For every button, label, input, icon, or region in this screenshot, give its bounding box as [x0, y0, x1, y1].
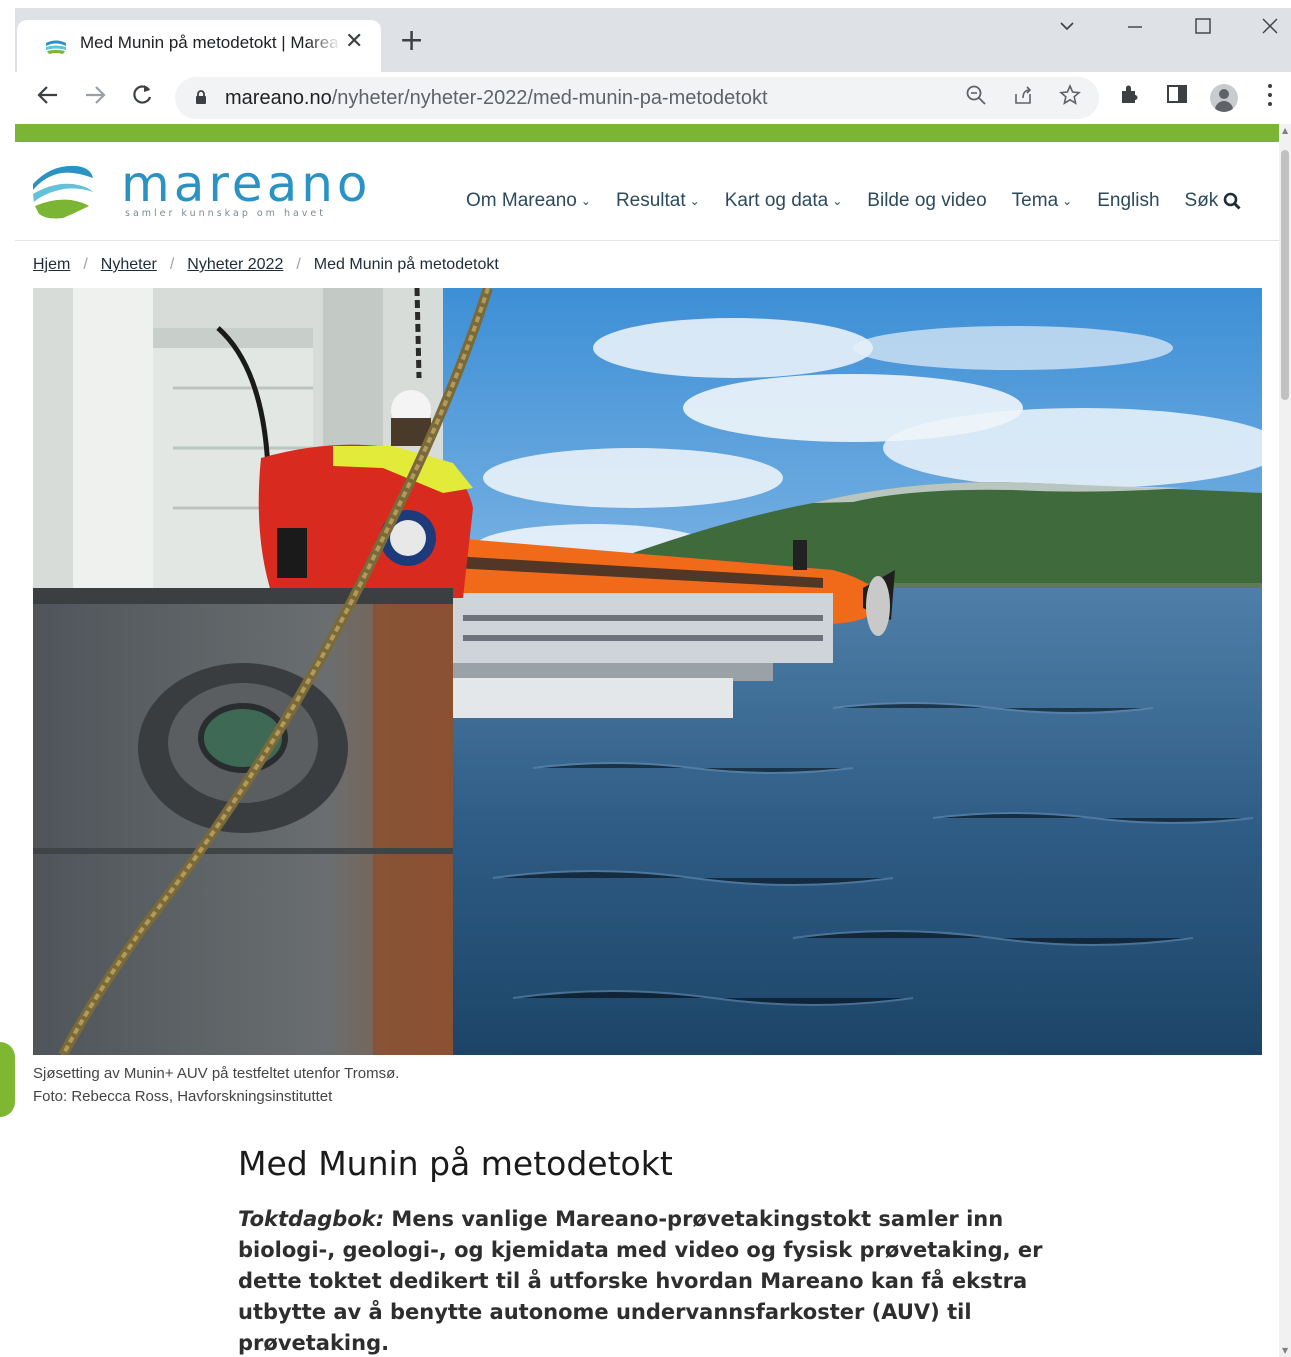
search-icon [1223, 192, 1241, 210]
nav-english[interactable]: English [1097, 186, 1159, 216]
mareano-logo-icon[interactable] [31, 162, 95, 222]
logo-wordmark[interactable]: mareano [121, 154, 372, 214]
zoom-icon[interactable] [965, 84, 987, 112]
bookmark-star-icon[interactable] [1059, 83, 1081, 112]
tab-strip: Med Munin på metodetokt | Mareano ✕ + [15, 8, 1291, 72]
url-host: mareano.no [225, 87, 332, 109]
breadcrumb: Hjem / Nyheter / Nyheter 2022 / Med Muni… [33, 256, 499, 274]
site-header: mareano samler kunnskap om havet Om Mare… [15, 142, 1279, 241]
tab-title: Med Munin på metodetokt | Mareano [80, 33, 338, 52]
browser-menu-icon[interactable] [1267, 84, 1273, 110]
chevron-down-icon: ⌄ [832, 194, 843, 208]
minimize-icon[interactable] [1125, 16, 1145, 42]
maximize-icon[interactable] [1193, 16, 1213, 42]
extensions-icon[interactable] [1118, 82, 1142, 112]
tab-search-icon[interactable] [1057, 16, 1077, 42]
reload-icon[interactable] [129, 82, 155, 115]
scroll-up-arrow-icon[interactable]: ▲ [1282, 126, 1288, 135]
browser-tab-active[interactable]: Med Munin på metodetokt | Mareano ✕ [17, 20, 381, 72]
share-icon[interactable] [1012, 84, 1034, 112]
address-bar[interactable]: mareano.no/nyheter/nyheter-2022/med-muni… [175, 77, 1099, 119]
hero-photo [33, 288, 1262, 1055]
caption-line: Sjøsetting av Munin+ AUV på testfeltet u… [33, 1065, 400, 1082]
breadcrumb-link-hjem[interactable]: Hjem [33, 256, 70, 274]
nav-om-mareano[interactable]: Om Mareano ⌄ [466, 186, 591, 216]
caption-credit: Foto: Rebecca Ross, Havforskningsinstitu… [33, 1088, 333, 1105]
nav-search[interactable]: Søk [1185, 186, 1242, 216]
logo-tagline: samler kunnskap om havet [125, 208, 326, 219]
nav-bilde-og-video[interactable]: Bilde og video [867, 186, 986, 216]
browser-window: Med Munin på metodetokt | Mareano ✕ + ma… [15, 8, 1291, 1357]
tab-title-fade [307, 28, 341, 62]
new-tab-button[interactable]: + [399, 26, 424, 56]
mareano-favicon-icon [45, 36, 67, 58]
nav-label: Kart og data [724, 190, 829, 211]
page-scrollbar[interactable]: ▲ ▼ [1279, 124, 1291, 1357]
url-path: /nyheter/nyheter-2022/med-munin-pa-metod… [331, 87, 768, 109]
photo-caption: Sjøsetting av Munin+ AUV på testfeltet u… [33, 1062, 399, 1108]
breadcrumb-link-nyheter-2022[interactable]: Nyheter 2022 [187, 256, 283, 274]
scroll-down-arrow-icon[interactable]: ▼ [1282, 1346, 1288, 1355]
nav-label: Om Mareano [466, 190, 577, 211]
article-lead: Toktdagbok: Mens vanlige Mareano-prøveta… [238, 1204, 1078, 1357]
chevron-down-icon: ⌄ [1062, 194, 1073, 208]
lock-icon[interactable] [195, 89, 207, 105]
nav-label: Bilde og video [867, 190, 987, 211]
back-icon[interactable] [35, 82, 61, 115]
url-text[interactable]: mareano.no/nyheter/nyheter-2022/med-muni… [225, 87, 768, 110]
nav-kart-og-data[interactable]: Kart og data ⌄ [725, 186, 843, 216]
scrollbar-thumb[interactable] [1281, 150, 1289, 400]
breadcrumb-link-nyheter[interactable]: Nyheter [101, 256, 157, 274]
close-tab-icon[interactable]: ✕ [345, 29, 363, 54]
side-panel-icon[interactable] [1165, 82, 1189, 112]
breadcrumb-current: Med Munin på metodetokt [313, 256, 499, 273]
lead-label: Toktdagbok: [238, 1207, 385, 1231]
web-page: mareano samler kunnskap om havet Om Mare… [15, 124, 1291, 1357]
chevron-down-icon: ⌄ [580, 194, 591, 208]
nav-tema[interactable]: Tema ⌄ [1012, 186, 1073, 216]
nav-label: Tema [1011, 190, 1059, 211]
main-navigation: Om Mareano ⌄ Resultat ⌄ Kart og data ⌄ Bild… [466, 186, 1241, 216]
breadcrumb-separator: / [83, 256, 88, 273]
browser-toolbar: mareano.no/nyheter/nyheter-2022/med-muni… [15, 72, 1291, 124]
breadcrumb-separator: / [296, 256, 301, 273]
article-title: Med Munin på metodetokt [238, 1144, 673, 1183]
desktop-wallpaper-accent [0, 1042, 15, 1117]
close-window-icon[interactable] [1260, 16, 1280, 42]
profile-avatar-icon[interactable] [1210, 84, 1238, 112]
nav-label: Resultat [615, 190, 686, 211]
nav-label: Søk [1184, 190, 1219, 211]
breadcrumb-separator: / [169, 256, 175, 273]
chevron-down-icon: ⌄ [689, 194, 700, 208]
nav-resultat[interactable]: Resultat ⌄ [616, 186, 700, 216]
forward-icon[interactable] [82, 82, 108, 115]
nav-label: English [1097, 190, 1160, 211]
top-accent-bar [15, 124, 1279, 142]
desktop-background [0, 0, 15, 1357]
